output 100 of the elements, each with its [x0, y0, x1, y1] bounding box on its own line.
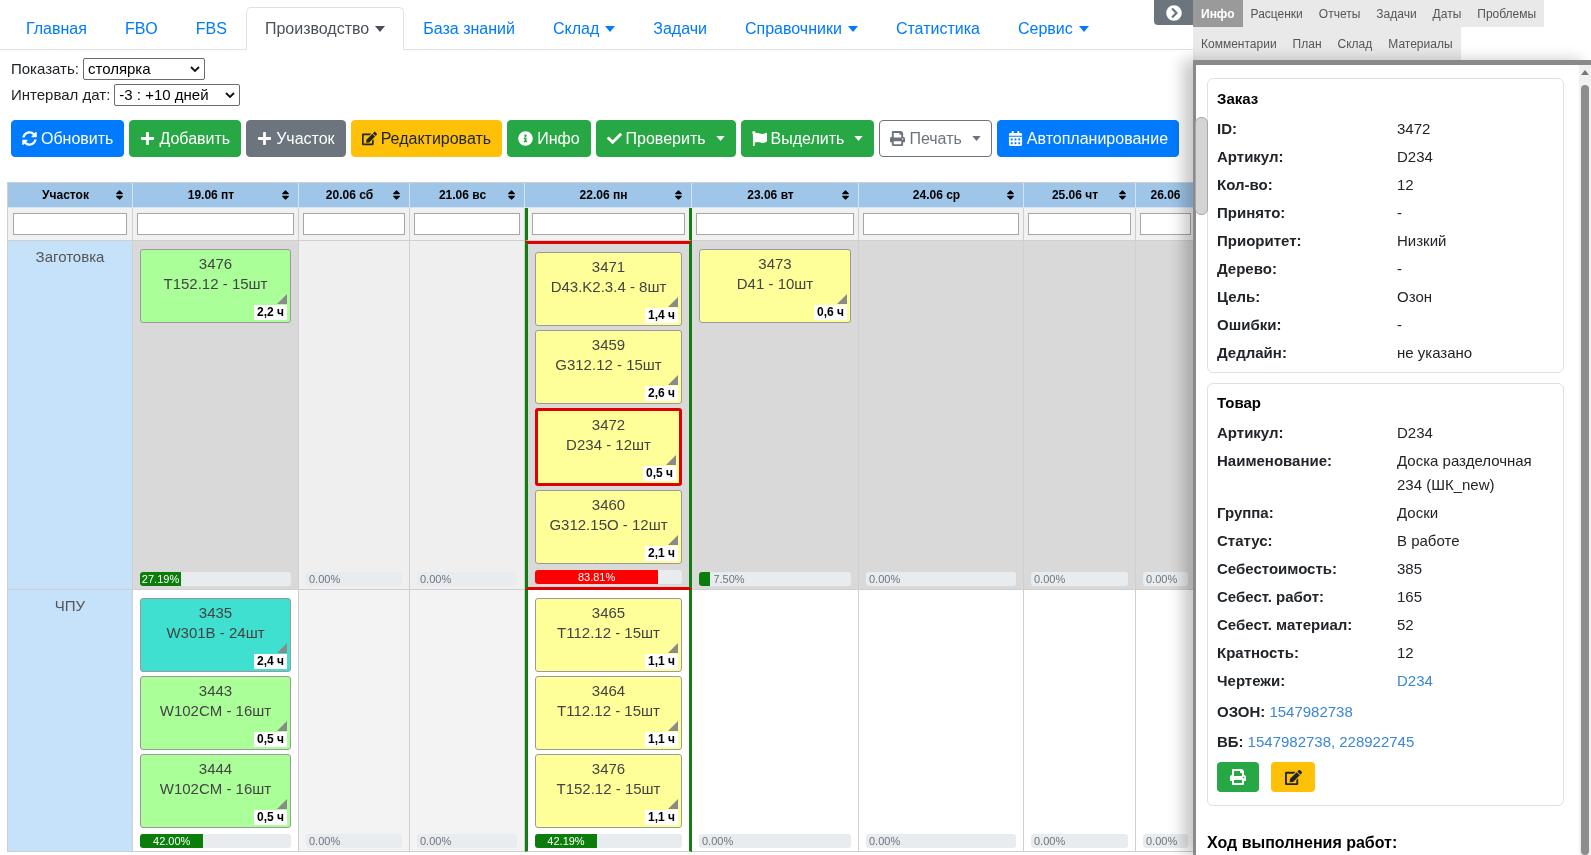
marketplace-label: ВБ:	[1217, 732, 1244, 752]
field-label: Группа:	[1217, 503, 1275, 523]
corner-triangle-icon	[277, 799, 287, 809]
order-card[interactable]: 3444 W102CM - 16шт 0,5 ч	[140, 754, 291, 828]
panel-tab[interactable]: Проблемы	[1469, 0, 1545, 27]
order-card[interactable]: 3472 D234 - 12шт 0,5 ч	[535, 408, 682, 486]
toolbar-button[interactable]: Обновить	[11, 120, 125, 157]
column-header[interactable]: 22.06 пн	[525, 183, 692, 208]
panel-tab[interactable]: Отчеты	[1310, 0, 1369, 27]
calendar-icon	[1007, 131, 1023, 146]
caret-down-icon	[715, 136, 725, 141]
filter-input[interactable]	[1140, 213, 1191, 235]
column-header[interactable]: 23.06 вт	[692, 183, 859, 208]
field-label: Статус:	[1217, 531, 1274, 551]
filter-input[interactable]	[137, 213, 294, 235]
column-title: 24.06 ср	[911, 187, 962, 204]
select-field[interactable]: -3 : +10 дней	[114, 83, 240, 106]
filter-input[interactable]	[13, 213, 127, 235]
field-label: Артикул:	[1217, 147, 1285, 167]
panel-tab[interactable]: Даты	[1424, 0, 1470, 27]
order-card[interactable]: 3435 W301B - 24шт 2,4 ч	[140, 598, 291, 672]
order-card[interactable]: 3471 D43.K2.3.4 - 8шт 1,4 ч	[535, 252, 682, 326]
scrollbar[interactable]	[1579, 65, 1591, 855]
filter-input[interactable]	[303, 213, 405, 235]
order-number: 3472	[591, 415, 626, 435]
nav-tab[interactable]: FBS	[176, 7, 246, 50]
toolbar-button[interactable]: Автопланирование	[996, 120, 1180, 157]
column-header[interactable]: 21.06 вс	[410, 183, 525, 208]
order-number: 3460	[591, 495, 626, 515]
order-card[interactable]: 3459 G312.12 - 15шт 2,6 ч	[535, 330, 682, 404]
filter-input[interactable]	[696, 213, 854, 235]
section-name: Заготовка	[35, 247, 105, 267]
column-header[interactable]: 24.06 ср	[859, 183, 1024, 208]
toolbar-button[interactable]: Участок	[246, 120, 346, 157]
check-icon	[606, 131, 622, 146]
panel-tab[interactable]: Склад	[1329, 27, 1381, 60]
progress-reading: 7.50%	[713, 572, 745, 586]
edit-button[interactable]	[1271, 762, 1315, 792]
field-value: -	[1397, 203, 1402, 223]
nav-tab[interactable]: Сервис	[998, 7, 1108, 50]
id-link[interactable]: 228922745	[1339, 730, 1415, 754]
nav-tab[interactable]: Производство	[245, 7, 405, 50]
print-button[interactable]	[1217, 762, 1259, 792]
drawer-handle[interactable]	[1195, 117, 1208, 215]
progress-reading: 0.00%	[702, 834, 734, 848]
order-number: 3476	[198, 254, 233, 274]
nav-tab[interactable]: Склад	[533, 7, 635, 50]
drawer-toggle-button[interactable]	[1154, 0, 1193, 25]
filter-label: Показать:	[11, 59, 79, 79]
column-title: Участок	[41, 187, 90, 204]
section-name: ЧПУ	[54, 596, 86, 616]
chevron-down-icon	[224, 91, 235, 98]
order-card[interactable]: 3464 T112.12 - 15шт 1,1 ч	[535, 676, 682, 750]
order-card[interactable]: 3465 T112.12 - 15шт 1,1 ч	[535, 598, 682, 672]
nav-tab[interactable]: Задачи	[634, 7, 726, 50]
order-card[interactable]: 3460 G312.15O - 12шт 2,1 ч	[535, 490, 682, 564]
id-link[interactable]: 1547982738	[1269, 700, 1353, 724]
scrollbar-thumb[interactable]	[1581, 85, 1589, 855]
nav-tab[interactable]: База знаний	[404, 7, 534, 50]
filter-input[interactable]	[414, 213, 520, 235]
progress-reading: 0.00%	[1034, 572, 1066, 586]
id-link[interactable]: 1547982738,	[1247, 730, 1336, 754]
panel-tab[interactable]: Материалы	[1380, 27, 1461, 60]
printer-icon	[890, 131, 906, 146]
nav-tab[interactable]: Статистика	[876, 7, 999, 50]
select-field[interactable]: столярка	[82, 58, 205, 81]
corner-triangle-icon	[668, 375, 678, 385]
toolbar-button[interactable]: Редактировать	[350, 120, 503, 157]
column-header[interactable]: 25.06 чт	[1024, 183, 1136, 208]
filter-label: Интервал дат:	[11, 84, 111, 105]
progress-reading: 0.00%	[420, 834, 452, 848]
panel-tab[interactable]: План	[1284, 27, 1330, 60]
progress-reading: 0.00%	[309, 834, 341, 848]
column-header[interactable]: 19.06 пт	[133, 183, 299, 208]
hours-label: 0,6 ч	[814, 305, 847, 320]
column-header[interactable]: 20.06 сб	[299, 183, 410, 208]
progress-heading: Ход выполнения работ:	[1207, 833, 1399, 853]
order-card[interactable]: 3476 T152.12 - 15шт 1,1 ч	[535, 754, 682, 828]
filter-input[interactable]	[1028, 213, 1131, 235]
panel-tab[interactable]: Комментарии	[1193, 27, 1285, 60]
panel-tab[interactable]: Задачи	[1368, 0, 1425, 27]
nav-tab[interactable]: Справочники	[725, 7, 877, 50]
corner-triangle-icon	[668, 297, 678, 307]
toolbar-button[interactable]: Печать	[879, 120, 992, 157]
order-card[interactable]: 3473 D41 - 10шт 0,6 ч	[699, 249, 851, 323]
column-header[interactable]: Участок	[8, 183, 133, 208]
column-title: 21.06 вс	[437, 187, 488, 204]
filter-input[interactable]	[532, 213, 685, 235]
column-header[interactable]: 26.06	[1136, 183, 1195, 208]
filter-input[interactable]	[863, 213, 1019, 235]
order-card[interactable]: 3443 W102CM - 16шт 0,5 ч	[140, 676, 291, 750]
progress-reading: 0.00%	[1146, 572, 1178, 586]
panel-tab[interactable]: Расценки	[1242, 0, 1311, 27]
marketplace-label: ОЗОН:	[1217, 702, 1266, 722]
nav-tab[interactable]: FBO	[105, 7, 177, 50]
order-number: 3476	[591, 759, 626, 779]
drawing-link[interactable]: D234	[1397, 669, 1433, 693]
order-card[interactable]: 3476 T152.12 - 15шт 2,2 ч	[140, 249, 291, 323]
nav-tab[interactable]: Главная	[7, 7, 106, 50]
field-value: 12	[1397, 643, 1414, 663]
